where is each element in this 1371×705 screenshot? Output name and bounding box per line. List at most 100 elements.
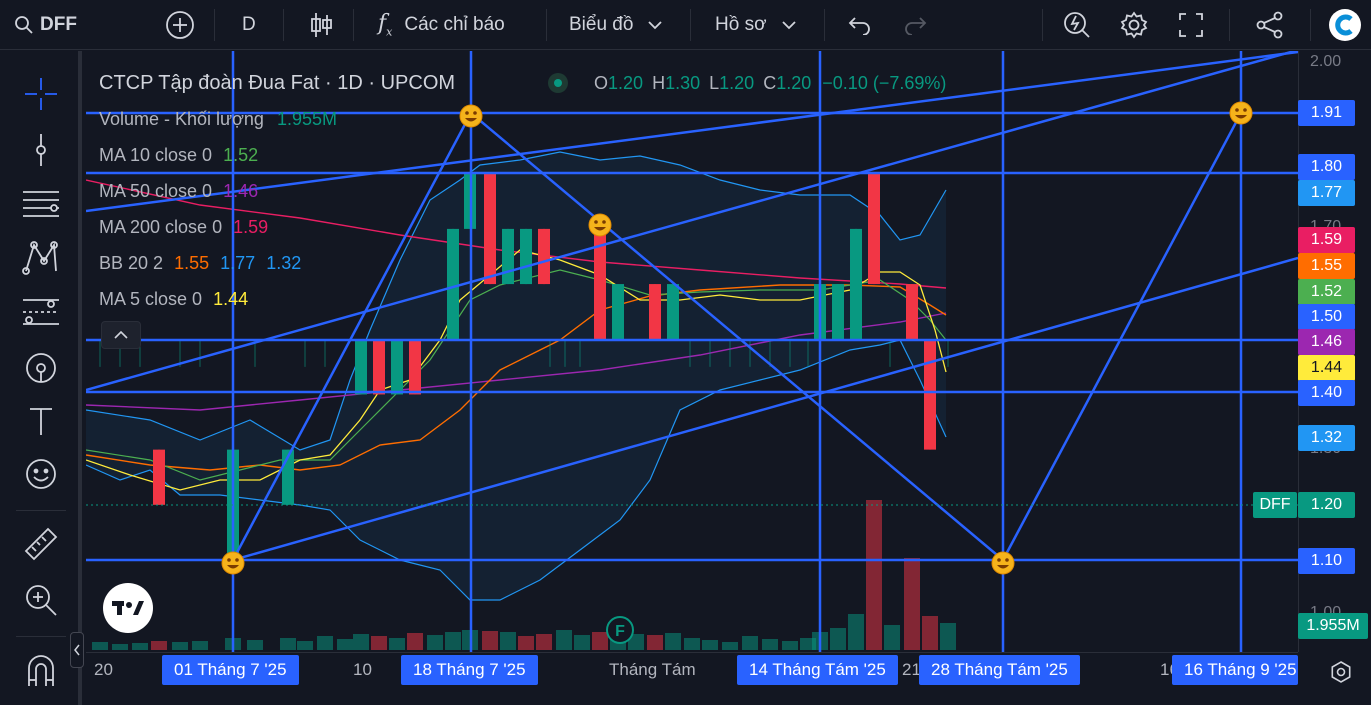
emoji-tool[interactable] [20, 453, 62, 495]
candle [520, 228, 532, 285]
emoji-eye [1005, 558, 1009, 562]
settings-button[interactable] [1119, 0, 1149, 50]
emoji-eye [227, 558, 231, 562]
time-label-16-sep: 16 Tháng 9 '25 [1172, 655, 1298, 685]
volume-bar [904, 558, 920, 650]
top-toolbar: DFF D fx Các chỉ báo Biểu đồ Hồ sơ [0, 0, 1371, 50]
tradingview-logo[interactable] [103, 583, 153, 633]
axis-settings-button[interactable] [1326, 657, 1356, 687]
chevron-up-icon [114, 331, 128, 339]
high-label: H [652, 73, 666, 93]
close-value: 1.20 [776, 73, 812, 93]
volume-bar [574, 635, 590, 650]
bb-basis-value: 1.55 [174, 253, 210, 273]
profile-menu-button[interactable]: Hồ sơ [715, 0, 797, 50]
candle [391, 339, 403, 395]
price-chart[interactable]: F [86, 51, 1298, 652]
compare-button[interactable] [165, 0, 195, 50]
change-value: −0.10 (−7.69%) [822, 73, 947, 93]
volume-bar [112, 644, 128, 650]
fib-tool[interactable] [20, 291, 62, 333]
legend-bb[interactable]: BB 20 2 1.55 1.77 1.32 [99, 253, 301, 274]
horizontal-lines-tool[interactable] [20, 183, 62, 225]
time-tick: 10 [353, 660, 372, 679]
tv-logo-icon [112, 601, 144, 615]
volume-bar [592, 632, 608, 650]
collapse-toolbar-button[interactable] [70, 632, 84, 668]
undo-button[interactable] [848, 0, 872, 50]
text-tool[interactable] [20, 401, 62, 443]
legend-ma10[interactable]: MA 10 close 0 1.52 [99, 145, 258, 166]
bb-name: BB 20 2 [99, 253, 164, 273]
emoji-eye [1235, 108, 1239, 112]
legend-ma5[interactable]: MA 5 close 0 1.44 [99, 289, 248, 310]
volume-bar [317, 636, 333, 650]
shapes-tool[interactable] [20, 347, 62, 389]
indicators-button[interactable]: fx Các chỉ báo [378, 0, 505, 50]
time-tick: Tháng Tám [609, 660, 696, 679]
horizontal-lines-icon [23, 191, 59, 217]
volume-bar [297, 641, 313, 650]
function-icon: fx [378, 11, 393, 39]
lightning-search-icon [1064, 12, 1090, 38]
emoji-eye [594, 220, 598, 224]
volume-bar [353, 634, 369, 650]
volume-bar [337, 639, 353, 650]
circle-shape-icon [26, 353, 56, 383]
crosshair-tool[interactable] [20, 73, 62, 115]
share-button[interactable] [1255, 0, 1285, 50]
symbol-search-button[interactable]: DFF [14, 0, 77, 50]
price-label-bb-upper: 1.77 [1298, 180, 1355, 206]
candle [906, 284, 918, 340]
chart-type-button[interactable] [308, 0, 334, 50]
volume-bar [280, 638, 296, 650]
bb-lower-value: 1.32 [266, 253, 302, 273]
pattern-tool[interactable] [20, 237, 62, 279]
search-icon [15, 16, 33, 34]
candle [924, 339, 936, 450]
zoom-tool[interactable] [20, 579, 62, 621]
ma50-value: 1.46 [223, 181, 259, 201]
legend-ma50[interactable]: MA 50 close 0 1.46 [99, 181, 258, 202]
symbol-tag: DFF [1253, 492, 1297, 518]
brand-logo [1328, 0, 1362, 50]
alert-button[interactable] [1062, 0, 1092, 50]
volume-bar [940, 623, 956, 650]
profile-menu-label: Hồ sơ [715, 14, 767, 35]
candle [373, 339, 385, 395]
ma200-value: 1.59 [233, 217, 269, 237]
magnet-tool[interactable] [20, 649, 62, 691]
magnet-icon [28, 655, 54, 686]
volume-bar [742, 636, 758, 650]
market-status-icon [548, 73, 568, 93]
measure-tool[interactable] [20, 523, 62, 565]
legend-ma200[interactable]: MA 200 close 0 1.59 [99, 217, 268, 238]
volume-bar [407, 633, 423, 650]
redo-button[interactable] [903, 0, 927, 50]
price-tick: 2.00 [1310, 53, 1342, 70]
gear-icon [1331, 661, 1351, 683]
candle [447, 228, 459, 340]
ohlc-values: O1.20 H1.30 L1.20 C1.20 −0.10 (−7.69%) [594, 73, 946, 94]
fibonacci-icon [23, 299, 59, 325]
candle [868, 173, 880, 285]
chart-menu-button[interactable]: Biểu đồ [569, 0, 663, 50]
interval-button[interactable]: D [242, 0, 256, 50]
candle [409, 339, 421, 395]
price-label-1-40: 1.40 [1298, 380, 1355, 406]
chart-pane[interactable]: F [86, 51, 1298, 652]
legend-volume[interactable]: Volume - Khối lượng 1.955M [99, 109, 337, 130]
fullscreen-button[interactable] [1178, 0, 1204, 50]
price-label-bb-lower: 1.32 [1298, 425, 1355, 451]
emoji-eye [997, 558, 1001, 562]
volume-bar [92, 642, 108, 650]
volume-bar [192, 641, 208, 650]
volume-bar [172, 642, 188, 650]
collapse-legend-button[interactable] [101, 321, 141, 349]
volume-bar [702, 640, 718, 650]
ma5-value: 1.44 [213, 289, 249, 309]
vertical-line-tool[interactable] [20, 129, 62, 171]
volume-bar [247, 640, 263, 650]
price-label-1-80: 1.80 [1298, 154, 1355, 180]
volume-bar [536, 634, 552, 650]
